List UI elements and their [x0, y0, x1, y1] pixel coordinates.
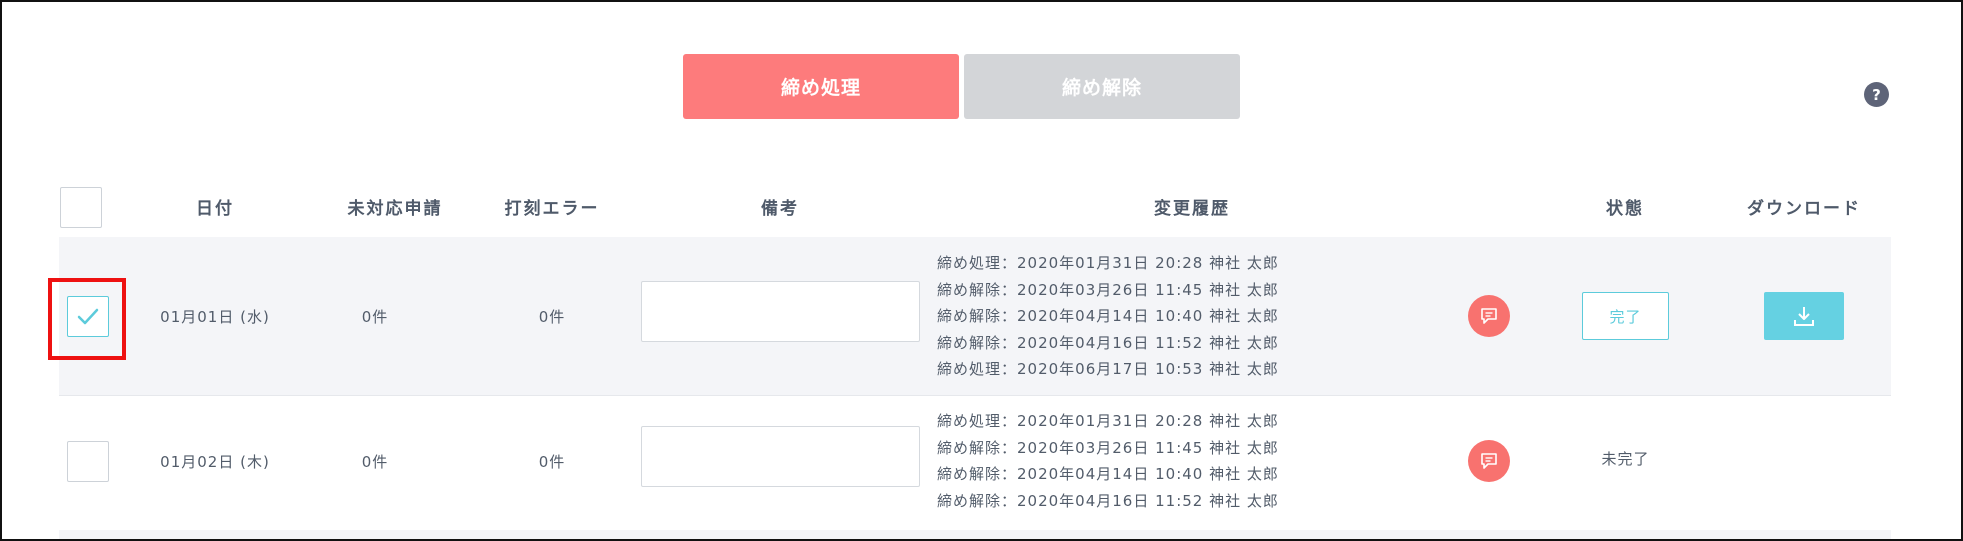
row-date: 01月02日 (木) — [160, 453, 270, 471]
history-entry: 締め処理：2020年06月17日 10:53 神社 太郎 — [937, 360, 1279, 378]
status-text: 未完了 — [1601, 450, 1650, 468]
comment-button[interactable] — [1468, 440, 1510, 482]
select-all-checkbox[interactable] — [60, 187, 102, 228]
highlight-annotation-box — [48, 278, 126, 360]
download-button[interactable] — [1764, 292, 1844, 340]
screenshot-frame: 締め処理 締め解除 ? 日付 未対応申請 打刻エラー 備考 変更履歴 状態 ダウ… — [0, 0, 1963, 541]
history-entry: 締め解除：2020年03月26日 11:45 神社 太郎 — [937, 280, 1279, 299]
memo-input[interactable] — [641, 281, 920, 342]
row-clock-error-count: 0件 — [538, 453, 566, 471]
chat-bubble-icon — [1481, 453, 1497, 469]
header-status: 状態 — [1606, 199, 1644, 219]
next-row-start — [59, 530, 1891, 539]
row-pending-count: 0件 — [361, 453, 389, 471]
download-arrow-icon — [1794, 307, 1814, 326]
change-history-list: 締め処理：2020年01月31日 20:28 神社 太郎 締め解除：2020年0… — [937, 250, 1279, 383]
close-process-button[interactable]: 締め処理 — [683, 54, 959, 119]
history-entry: 締め解除：2020年04月14日 10:40 神社 太郎 — [937, 465, 1279, 483]
history-entry: 締め解除：2020年04月14日 10:40 神社 太郎 — [937, 307, 1279, 325]
change-history-list: 締め処理：2020年01月31日 20:28 神社 太郎 締め解除：2020年0… — [937, 408, 1279, 514]
row-pending-count: 0件 — [361, 308, 389, 326]
header-pending-requests: 未対応申請 — [347, 199, 443, 219]
header-download: ダウンロード — [1747, 199, 1861, 219]
row-date: 01月01日 (水) — [160, 308, 270, 326]
row-clock-error-count: 0件 — [538, 308, 566, 326]
status-badge[interactable]: 完了 — [1582, 292, 1669, 340]
history-entry: 締め解除：2020年04月16日 11:52 神社 太郎 — [937, 333, 1279, 352]
history-entry: 締め処理：2020年01月31日 20:28 神社 太郎 — [937, 254, 1279, 272]
chat-bubble-icon — [1481, 308, 1497, 324]
history-entry: 締め解除：2020年04月16日 11:52 神社 太郎 — [937, 491, 1279, 510]
history-entry: 締め処理：2020年01月31日 20:28 神社 太郎 — [937, 412, 1279, 430]
row-checkbox[interactable] — [67, 441, 109, 482]
comment-button[interactable] — [1468, 295, 1510, 337]
header-clock-error: 打刻エラー — [504, 199, 600, 219]
row-divider — [59, 395, 1891, 396]
memo-input[interactable] — [641, 426, 920, 487]
header-memo: 備考 — [761, 199, 799, 219]
history-entry: 締め解除：2020年03月26日 11:45 神社 太郎 — [937, 438, 1279, 457]
header-date: 日付 — [196, 199, 234, 219]
help-icon[interactable]: ? — [1864, 82, 1889, 107]
release-close-button[interactable]: 締め解除 — [964, 54, 1240, 119]
header-change-history: 変更履歴 — [1154, 199, 1230, 219]
